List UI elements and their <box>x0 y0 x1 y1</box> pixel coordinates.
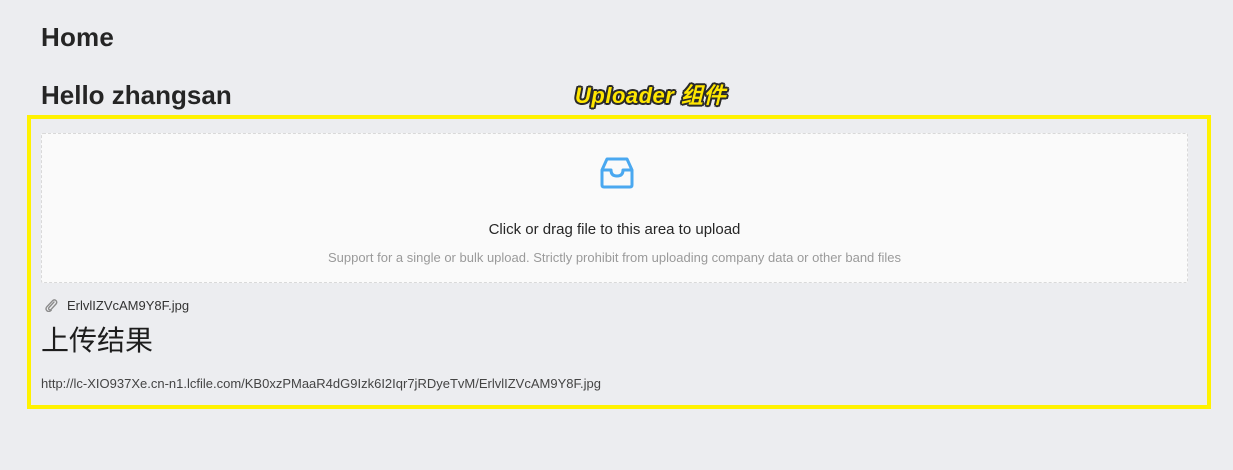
page-title: Home <box>41 22 115 52</box>
uploaded-file-name: ErlvlIZVcAM9Y8F.jpg <box>67 297 190 313</box>
paperclip-icon <box>45 299 58 312</box>
result-title: 上传结果 <box>41 325 154 356</box>
upload-hint-text: Support for a single or bulk upload. Str… <box>327 250 902 265</box>
upload-main-text: Click or drag file to this area to uploa… <box>488 221 741 238</box>
greeting-text: Hello zhangsan <box>41 80 232 110</box>
uploaded-file-item[interactable]: ErlvlIZVcAM9Y8F.jpg <box>44 296 189 314</box>
upload-dropzone[interactable]: Click or drag file to this area to uploa… <box>41 133 1188 283</box>
annotation-label: Uploader 组件 <box>575 83 726 108</box>
inbox-icon <box>600 157 634 189</box>
result-url: http://lc-XIO937Xe.cn-n1.lcfile.com/KB0x… <box>41 376 601 391</box>
